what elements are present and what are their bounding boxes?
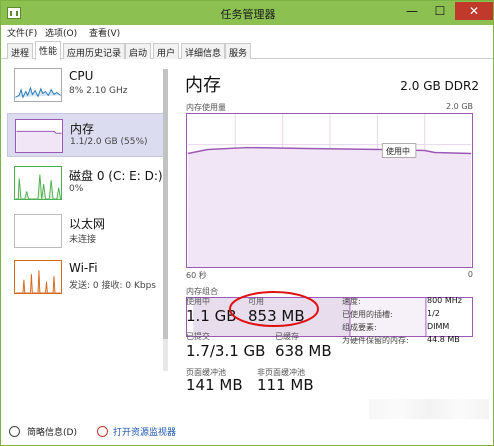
cpu-mini-graph: [14, 68, 62, 102]
detail-speed-value: 800 MHz: [427, 296, 462, 305]
disk-mini-graph: [14, 166, 62, 200]
sidebar-item-ethernet[interactable]: 以太网 未连接: [7, 209, 165, 253]
cached-label: 已缓存: [275, 332, 299, 341]
memory-mini-graph: [15, 119, 63, 153]
memory-usage-max: 2.0 GB: [446, 102, 473, 111]
sidebar-item-sub: 1.1/2.0 GB (55%): [70, 137, 148, 147]
in-use-label: 使用中: [186, 297, 210, 306]
fewer-details-link[interactable]: 简略信息(D): [27, 425, 77, 438]
tab-users[interactable]: 用户: [153, 43, 180, 59]
tab-details[interactable]: 详细信息: [181, 43, 226, 59]
graph-tooltip: 使用中: [386, 147, 410, 156]
close-button[interactable]: ✕: [455, 2, 493, 20]
graph-axis-right: 0: [467, 270, 473, 279]
collapse-arrow-icon[interactable]: [9, 426, 20, 437]
tab-processes[interactable]: 进程: [7, 43, 34, 59]
tab-startup[interactable]: 启动: [125, 43, 152, 59]
scrollbar-thumb[interactable]: [163, 69, 168, 339]
committed-label: 已提交: [186, 332, 210, 341]
menu-options[interactable]: 选项(O): [45, 26, 77, 39]
detail-speed-label: 速度:: [342, 297, 361, 306]
maximize-button[interactable]: ☐: [427, 2, 453, 20]
tab-bar: 进程 性能 应用历史记录 启动 用户 详细信息 服务: [1, 40, 493, 60]
paged-pool-value: 141 MB: [186, 376, 243, 394]
sidebar-item-memory[interactable]: 内存 1.1/2.0 GB (55%): [7, 113, 165, 157]
detail-form-factor-value: DIMM: [427, 322, 450, 331]
sidebar-item-sub: 8% 2.10 GHz: [69, 86, 128, 96]
sidebar-item-label: 内存: [70, 122, 95, 136]
memory-usage-label: 内存使用量: [186, 103, 226, 112]
page-title: 内存: [185, 75, 221, 96]
graph-axis-left: 60 秒: [186, 271, 207, 280]
detail-slots-label: 已使用的插槽:: [342, 310, 393, 319]
menu-bar: 文件(F) 选项(O) 查看(V): [1, 25, 493, 40]
memory-capacity: 2.0 GB DDR2: [400, 79, 479, 93]
footer-bar: 简略信息(D) 打开资源监视器: [1, 419, 493, 445]
resource-sidebar: CPU 8% 2.10 GHz 内存 1.1/2.0 GB (55%) 磁盘 0…: [7, 63, 173, 389]
detail-reserved-label: 为硬件保留的内存:: [342, 336, 409, 345]
sidebar-item-disk[interactable]: 磁盘 0 (C: E: D:) 0%: [7, 161, 165, 205]
tab-performance[interactable]: 性能: [35, 41, 62, 60]
title-bar: 任务管理器 — ☐ ✕: [1, 1, 493, 25]
wifi-mini-graph: [14, 260, 62, 294]
cached-value: 638 MB: [275, 342, 332, 360]
sidebar-item-label: 磁盘 0 (C: E: D:): [69, 169, 163, 183]
sidebar-item-label: 以太网: [69, 217, 106, 231]
sidebar-item-cpu[interactable]: CPU 8% 2.10 GHz: [7, 63, 165, 107]
nonpaged-pool-value: 111 MB: [257, 376, 314, 394]
open-resource-monitor-link[interactable]: 打开资源监视器: [113, 425, 176, 438]
memory-panel: 内存 2.0 GB DDR2 内存使用量 2.0 GB 使用中 60 秒 0 内…: [177, 63, 493, 394]
tab-app-history[interactable]: 应用历史记录: [63, 43, 126, 59]
sidebar-item-sub: 发送: 0 接收: 0 Kbps: [69, 281, 156, 291]
sidebar-item-sub: 未连接: [69, 235, 97, 245]
sidebar-item-label: CPU: [69, 69, 94, 83]
detail-reserved-value: 44.8 MB: [427, 335, 460, 344]
minimize-button[interactable]: —: [399, 2, 425, 20]
detail-form-factor-label: 组成要素:: [342, 323, 377, 332]
annotation-circle: [229, 291, 319, 327]
ethernet-mini-graph: [14, 214, 62, 248]
sidebar-item-label: Wi-Fi: [69, 261, 98, 275]
task-manager-window: 任务管理器 — ☐ ✕ 文件(F) 选项(O) 查看(V) 进程 性能 应用历史…: [0, 0, 494, 446]
resource-monitor-icon: [97, 426, 108, 437]
menu-file[interactable]: 文件(F): [7, 26, 37, 39]
committed-value: 1.7/3.1 GB: [186, 342, 266, 360]
sidebar-item-wifi[interactable]: Wi-Fi 发送: 0 接收: 0 Kbps: [7, 255, 165, 299]
memory-usage-graph: [186, 113, 473, 268]
sidebar-scrollbar[interactable]: [163, 69, 168, 371]
tab-services[interactable]: 服务: [225, 43, 252, 59]
menu-view[interactable]: 查看(V): [89, 26, 120, 39]
detail-slots-value: 1/2: [427, 309, 440, 318]
sidebar-item-sub: 0%: [69, 184, 84, 194]
